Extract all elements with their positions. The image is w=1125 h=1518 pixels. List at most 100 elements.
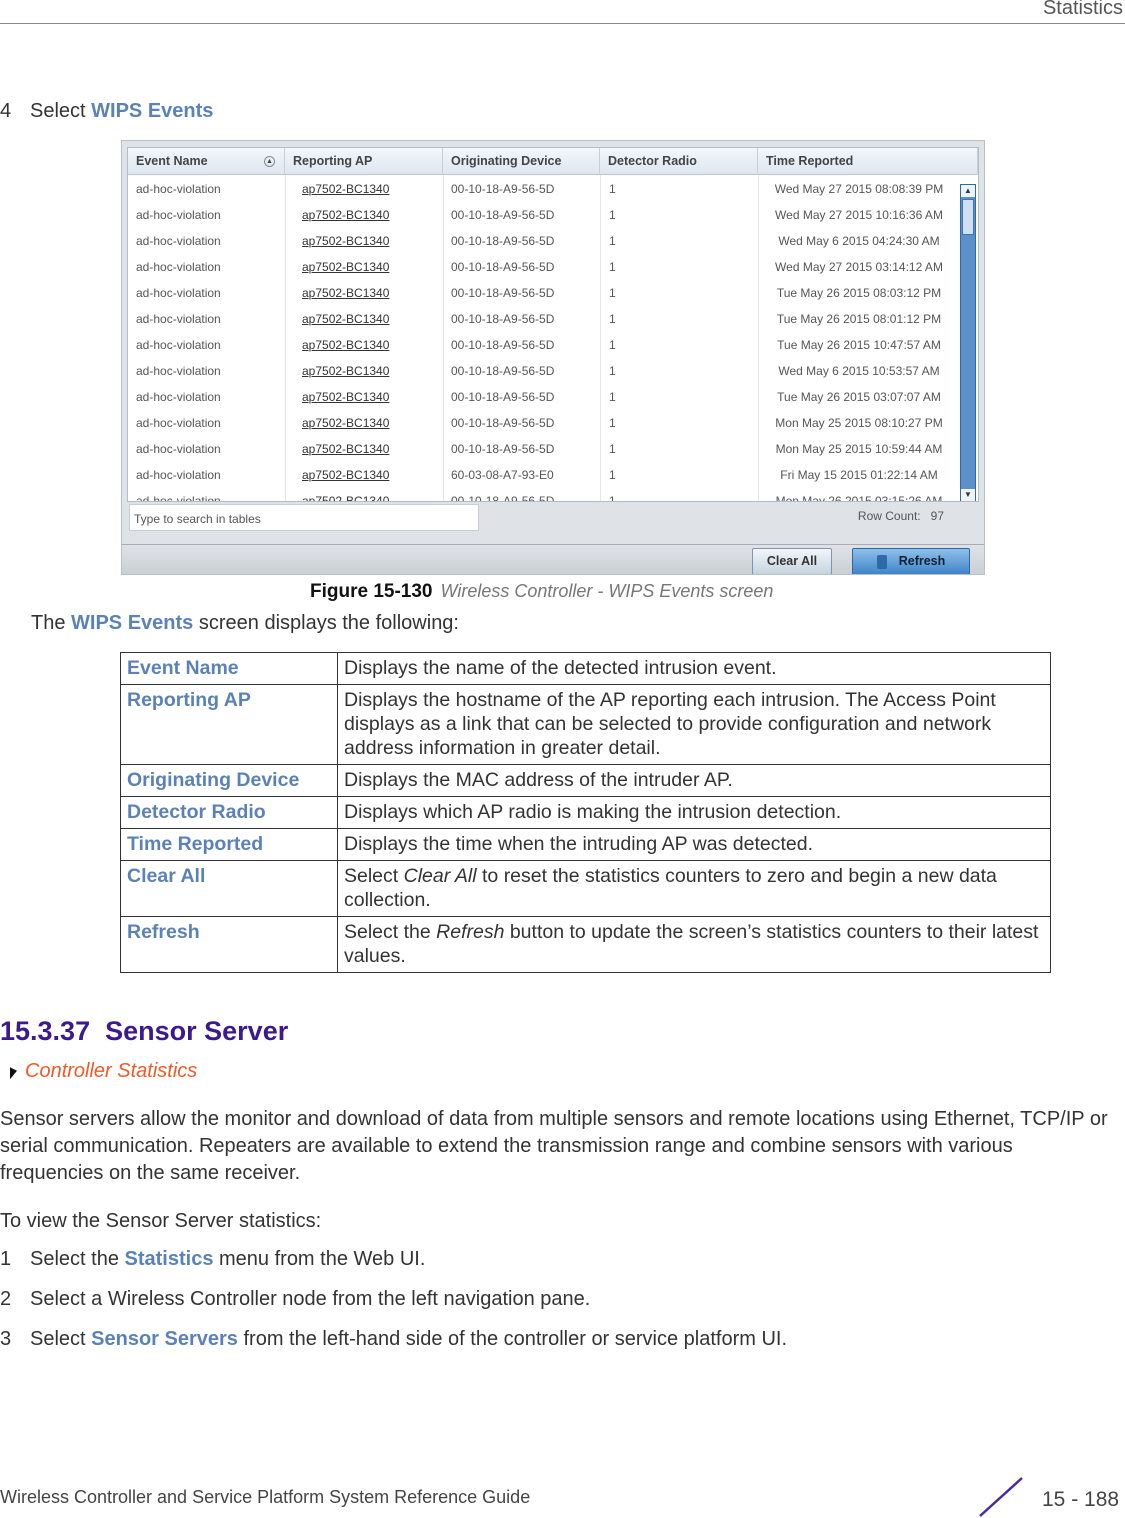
table-search-input[interactable]: Type to search in tables bbox=[129, 504, 479, 531]
time-reported-cell: Tue May 26 2015 08:03:12 PM bbox=[776, 286, 942, 300]
col-reporting-ap[interactable]: Reporting AP bbox=[285, 148, 443, 175]
table-row: Reporting AP Displays the hostname of the… bbox=[120, 684, 1051, 765]
originating-device-cell: 00-10-18-A9-56-5D bbox=[451, 442, 555, 456]
field-description: Displays the name of the detected intrus… bbox=[337, 652, 1051, 685]
field-description: Select Clear All to reset the statistics… bbox=[337, 860, 1051, 917]
reporting-ap-link[interactable]: ap7502-BC1340 bbox=[302, 332, 389, 358]
table-row[interactable]: ad-hoc-violation ap7502-BC1340 00-10-18-A9… bbox=[128, 228, 963, 254]
step-number: 2 bbox=[0, 1288, 12, 1310]
step-text: menu from the Web UI. bbox=[213, 1248, 426, 1270]
button-bar: Clear All Refresh bbox=[122, 544, 984, 574]
event-name-cell: ad-hoc-violation bbox=[136, 338, 221, 352]
table-row[interactable]: ad-hoc-violation ap7502-BC1340 00-10-18-A9… bbox=[128, 280, 963, 306]
detector-radio-cell: 1 bbox=[609, 494, 616, 502]
col-detector-radio[interactable]: Detector Radio bbox=[600, 148, 758, 175]
section-heading: 15.3.37 Sensor Server bbox=[0, 1016, 288, 1047]
footer-slash-decoration bbox=[979, 1477, 1023, 1517]
detector-radio-cell: 1 bbox=[609, 416, 616, 430]
detector-radio-cell: 1 bbox=[609, 286, 616, 300]
time-reported-cell: Tue May 26 2015 03:07:07 AM bbox=[777, 390, 941, 404]
detector-radio-cell: 1 bbox=[609, 260, 616, 274]
reporting-ap-link[interactable]: ap7502-BC1340 bbox=[302, 176, 389, 202]
breadcrumb-link[interactable]: Controller Statistics bbox=[25, 1060, 197, 1082]
table-row: Originating Device Displays the MAC addre… bbox=[120, 764, 1051, 797]
reporting-ap-link[interactable]: ap7502-BC1340 bbox=[302, 202, 389, 228]
reporting-ap-link[interactable]: ap7502-BC1340 bbox=[302, 280, 389, 306]
field-description: Displays the time when the intruding AP … bbox=[337, 828, 1051, 861]
scroll-up-icon[interactable]: ▲ bbox=[961, 185, 975, 197]
step-1: 1 Select the Statistics menu from the Web… bbox=[0, 1248, 425, 1271]
originating-device-cell: 00-10-18-A9-56-5D bbox=[451, 208, 555, 222]
reporting-ap-link[interactable]: ap7502-BC1340 bbox=[302, 462, 389, 488]
paragraph: Sensor servers allow the monitor and dow… bbox=[0, 1108, 1108, 1184]
reporting-ap-link[interactable]: ap7502-BC1340 bbox=[302, 358, 389, 384]
field-name: Event Name bbox=[120, 652, 338, 685]
table-row[interactable]: ad-hoc-violation ap7502-BC1340 60-03-08-A7… bbox=[128, 462, 963, 488]
grid-header: Event Name ▲ Reporting AP Originating Dev… bbox=[128, 148, 978, 175]
col-event-name[interactable]: Event Name ▲ bbox=[128, 148, 285, 175]
event-name-cell: ad-hoc-violation bbox=[136, 260, 221, 274]
detector-radio-cell: 1 bbox=[609, 208, 616, 222]
reporting-ap-link[interactable]: ap7502-BC1340 bbox=[302, 384, 389, 410]
detector-radio-cell: 1 bbox=[609, 312, 616, 326]
intro-pre: The bbox=[31, 612, 72, 634]
reporting-ap-link[interactable]: ap7502-BC1340 bbox=[302, 306, 389, 332]
reporting-ap-link[interactable]: ap7502-BC1340 bbox=[302, 410, 389, 436]
detector-radio-cell: 1 bbox=[609, 182, 616, 196]
time-reported-cell: Tue May 26 2015 08:01:12 PM bbox=[776, 312, 942, 326]
scroll-thumb[interactable] bbox=[962, 199, 974, 235]
table-row: Detector Radio Displays which AP radio is… bbox=[120, 796, 1051, 829]
scrollbar[interactable]: ▲ ▼ bbox=[960, 184, 976, 501]
table-row[interactable]: ad-hoc-violation ap7502-BC1340 00-10-18-A9… bbox=[128, 436, 963, 462]
table-row[interactable]: ad-hoc-violation ap7502-BC1340 00-10-18-A9… bbox=[128, 358, 963, 384]
table-row[interactable]: ad-hoc-violation ap7502-BC1340 00-10-18-A9… bbox=[128, 254, 963, 280]
originating-device-cell: 00-10-18-A9-56-5D bbox=[451, 312, 555, 326]
table-row[interactable]: ad-hoc-violation ap7502-BC1340 00-10-18-A9… bbox=[128, 384, 963, 410]
table-row[interactable]: ad-hoc-violation ap7502-BC1340 00-10-18-A9… bbox=[128, 306, 963, 332]
field-name: Clear All bbox=[120, 860, 338, 917]
originating-device-cell: 00-10-18-A9-56-5D bbox=[451, 416, 555, 430]
table-row[interactable]: ad-hoc-violation ap7502-BC1340 00-10-18-A9… bbox=[128, 410, 963, 436]
reporting-ap-link[interactable]: ap7502-BC1340 bbox=[302, 228, 389, 254]
refresh-label: Refresh bbox=[898, 554, 946, 568]
step-3: 3 Select Sensor Servers from the left-han… bbox=[0, 1328, 787, 1351]
reporting-ap-link[interactable]: ap7502-BC1340 bbox=[302, 436, 389, 462]
header-divider bbox=[0, 23, 1125, 24]
time-reported-cell: Wed May 27 2015 08:08:39 PM bbox=[774, 182, 944, 196]
footer-title: Wireless Controller and Service Platform… bbox=[0, 1487, 531, 1507]
reporting-ap-link[interactable]: ap7502-BC1340 bbox=[302, 254, 389, 280]
reporting-ap-link[interactable]: ap7502-BC1340 bbox=[302, 488, 389, 501]
event-name-cell: ad-hoc-violation bbox=[136, 442, 221, 456]
time-reported-cell: Tue May 26 2015 10:47:57 AM bbox=[777, 338, 941, 352]
originating-device-cell: 00-10-18-A9-56-5D bbox=[451, 286, 555, 300]
paragraph: To view the Sensor Server statistics: bbox=[0, 1210, 322, 1232]
refresh-button[interactable]: Refresh bbox=[852, 548, 970, 574]
row-count-value: 97 bbox=[930, 509, 944, 523]
scroll-down-icon[interactable]: ▼ bbox=[961, 489, 975, 501]
table-row[interactable]: ad-hoc-violation ap7502-BC1340 00-10-18-A9… bbox=[128, 332, 963, 358]
section-number: 15.3.37 bbox=[0, 1016, 91, 1046]
time-reported-cell: Mon May 25 2015 10:59:44 AM bbox=[775, 442, 943, 456]
step-4: 4 Select WIPS Events bbox=[0, 100, 213, 123]
clear-all-button[interactable]: Clear All bbox=[752, 548, 832, 574]
event-name-cell: ad-hoc-violation bbox=[136, 390, 221, 404]
col-originating-device[interactable]: Originating Device bbox=[443, 148, 600, 175]
desc-text: Select bbox=[344, 865, 404, 887]
table-row[interactable]: ad-hoc-violation ap7502-BC1340 00-10-18-A9… bbox=[128, 202, 963, 228]
step-text: Select bbox=[30, 100, 92, 122]
table-row[interactable]: ad-hoc-violation ap7502-BC1340 00-10-18-A9… bbox=[128, 488, 963, 502]
breadcrumb[interactable]: Controller Statistics bbox=[10, 1060, 197, 1083]
table-row[interactable]: ad-hoc-violation ap7502-BC1340 00-10-18-A9… bbox=[128, 176, 963, 202]
figure-title: Wireless Controller - WIPS Events screen bbox=[440, 581, 774, 601]
col-time-reported[interactable]: Time Reported bbox=[758, 148, 978, 175]
time-reported-cell: Mon May 26 2015 03:15:26 AM bbox=[775, 494, 943, 502]
originating-device-cell: 00-10-18-A9-56-5D bbox=[451, 260, 555, 274]
field-name: Reporting AP bbox=[120, 684, 338, 765]
step-text: Select bbox=[30, 1328, 92, 1350]
step-number: 1 bbox=[0, 1248, 12, 1270]
sort-icon[interactable]: ▲ bbox=[264, 156, 275, 167]
field-description-table: Event Name Displays the name of the detec… bbox=[120, 652, 1051, 973]
field-description: Select the Refresh button to update the … bbox=[337, 916, 1051, 973]
desc-text: Select the bbox=[344, 921, 437, 943]
step-term: Statistics bbox=[124, 1248, 214, 1270]
